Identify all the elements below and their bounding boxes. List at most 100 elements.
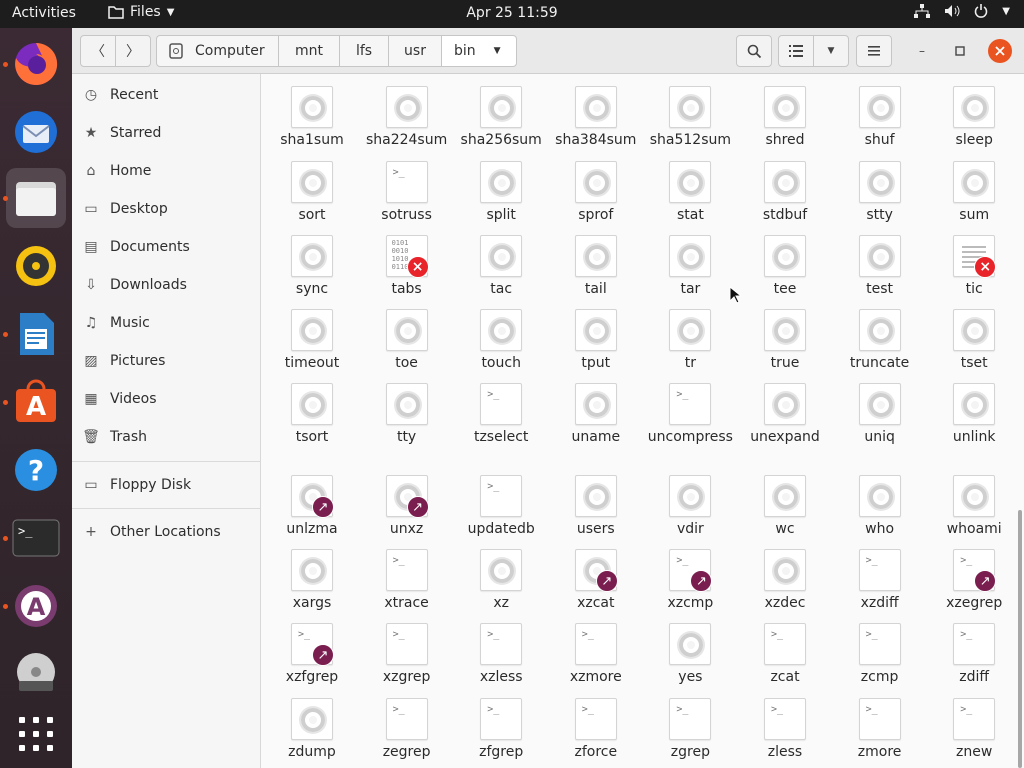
file-item[interactable]: >_ updatedb xyxy=(454,475,548,543)
file-item[interactable]: >_ zcat xyxy=(738,623,832,691)
file-item[interactable]: >_ uncompress xyxy=(643,383,737,451)
file-item[interactable]: >_ zdiff xyxy=(927,623,1021,691)
file-item[interactable]: sprof xyxy=(549,161,643,229)
file-item[interactable]: zdump xyxy=(265,698,359,766)
thunderbird-launcher[interactable] xyxy=(6,102,66,162)
sidebar-item-floppy-disk[interactable]: ▭ Floppy Disk xyxy=(72,466,260,504)
file-item[interactable]: who xyxy=(833,475,927,543)
file-item[interactable]: stty xyxy=(833,161,927,229)
file-item[interactable]: unlink xyxy=(927,383,1021,451)
file-item[interactable]: >_ zless xyxy=(738,698,832,766)
file-item[interactable]: xargs xyxy=(265,549,359,617)
sidebar-item-other-locations[interactable]: + Other Locations xyxy=(72,513,260,551)
file-item[interactable]: wc xyxy=(738,475,832,543)
file-item[interactable]: xz xyxy=(454,549,548,617)
file-item[interactable]: shuf xyxy=(833,86,927,154)
file-item[interactable]: 0101 0010 1010 0110 × tabs xyxy=(360,235,454,303)
file-item[interactable]: tac xyxy=(454,235,548,303)
file-grid[interactable]: sha1sum sha224sum sha256sum sha384sum sha512… xyxy=(261,74,1024,768)
file-item[interactable]: ↗ unxz xyxy=(360,475,454,543)
file-item[interactable]: tar xyxy=(643,235,737,303)
close-button[interactable] xyxy=(988,39,1012,63)
file-item[interactable]: touch xyxy=(454,309,548,377)
file-item[interactable]: true xyxy=(738,309,832,377)
file-item[interactable]: >_ zcmp xyxy=(833,623,927,691)
file-item[interactable]: >_ xtrace xyxy=(360,549,454,617)
view-list-button[interactable] xyxy=(778,35,814,67)
file-item[interactable]: >_ xzgrep xyxy=(360,623,454,691)
main-menu-button[interactable] xyxy=(856,35,892,67)
file-item[interactable]: uniq xyxy=(833,383,927,451)
appstore-launcher[interactable]: A xyxy=(6,576,66,636)
file-item[interactable]: >_ ↗ xzegrep xyxy=(927,549,1021,617)
file-item[interactable]: split xyxy=(454,161,548,229)
file-item[interactable]: >_ sotruss xyxy=(360,161,454,229)
sidebar-item-videos[interactable]: ▦ Videos xyxy=(72,380,260,418)
file-item[interactable]: sleep xyxy=(927,86,1021,154)
file-item[interactable]: sha1sum xyxy=(265,86,359,154)
file-item[interactable]: shred xyxy=(738,86,832,154)
file-item[interactable]: truncate xyxy=(833,309,927,377)
file-item[interactable]: tee xyxy=(738,235,832,303)
file-item[interactable]: timeout xyxy=(265,309,359,377)
files-launcher[interactable] xyxy=(6,168,66,228)
writer-launcher[interactable] xyxy=(6,304,66,364)
file-item[interactable]: sha384sum xyxy=(549,86,643,154)
file-item[interactable]: sort xyxy=(265,161,359,229)
file-item[interactable]: unexpand xyxy=(738,383,832,451)
breadcrumb-mnt[interactable]: mnt xyxy=(278,35,340,67)
file-item[interactable]: ↗ unlzma xyxy=(265,475,359,543)
sidebar-item-downloads[interactable]: ⇩ Downloads xyxy=(72,266,260,304)
file-item[interactable]: stat xyxy=(643,161,737,229)
breadcrumb-lfs[interactable]: lfs xyxy=(339,35,389,67)
view-options-button[interactable]: ▼ xyxy=(813,35,849,67)
terminal-launcher[interactable]: >_ xyxy=(6,508,66,568)
file-item[interactable]: >_ zforce xyxy=(549,698,643,766)
file-item[interactable]: sha224sum xyxy=(360,86,454,154)
sidebar-item-music[interactable]: ♫ Music xyxy=(72,304,260,342)
dvd-launcher[interactable] xyxy=(6,644,66,704)
file-item[interactable]: >_ zmore xyxy=(833,698,927,766)
breadcrumb-bin[interactable]: bin ▼ xyxy=(441,35,517,67)
file-item[interactable]: >_ zfgrep xyxy=(454,698,548,766)
file-item[interactable]: ↗ xzcat xyxy=(549,549,643,617)
search-button[interactable] xyxy=(736,35,772,67)
sidebar-item-starred[interactable]: ★ Starred xyxy=(72,114,260,152)
file-item[interactable]: >_ znew xyxy=(927,698,1021,766)
file-item[interactable]: >_ xzdiff xyxy=(833,549,927,617)
file-item[interactable]: sha512sum xyxy=(643,86,737,154)
file-item[interactable]: sum xyxy=(927,161,1021,229)
sidebar-item-recent[interactable]: ◷ Recent xyxy=(72,76,260,114)
sidebar-item-home[interactable]: ⌂ Home xyxy=(72,152,260,190)
breadcrumb-computer[interactable]: Computer xyxy=(156,35,279,67)
firefox-launcher[interactable] xyxy=(6,34,66,94)
maximize-button[interactable] xyxy=(946,41,974,61)
file-item[interactable]: test xyxy=(833,235,927,303)
clock[interactable]: Apr 25 11:59 xyxy=(466,5,557,21)
file-item[interactable]: tset xyxy=(927,309,1021,377)
file-item[interactable]: users xyxy=(549,475,643,543)
file-item[interactable]: sync xyxy=(265,235,359,303)
software-launcher[interactable]: A xyxy=(6,372,66,432)
file-item[interactable]: tput xyxy=(549,309,643,377)
file-item[interactable]: uname xyxy=(549,383,643,451)
file-item[interactable]: tsort xyxy=(265,383,359,451)
sidebar-item-pictures[interactable]: ▨ Pictures xyxy=(72,342,260,380)
breadcrumb-usr[interactable]: usr xyxy=(388,35,442,67)
app-menu[interactable]: Files ▼ xyxy=(108,4,174,20)
forward-button[interactable]: 〉 xyxy=(115,35,151,67)
show-apps-button[interactable] xyxy=(6,704,66,764)
help-launcher[interactable]: ? xyxy=(6,440,66,500)
sidebar-item-desktop[interactable]: ▭ Desktop xyxy=(72,190,260,228)
file-item[interactable]: vdir xyxy=(643,475,737,543)
file-item[interactable]: × tic xyxy=(927,235,1021,303)
sidebar-item-documents[interactable]: ▤ Documents xyxy=(72,228,260,266)
file-item[interactable]: tail xyxy=(549,235,643,303)
file-item[interactable]: yes xyxy=(643,623,737,691)
file-item[interactable]: whoami xyxy=(927,475,1021,543)
activities-button[interactable]: Activities xyxy=(12,5,76,21)
file-item[interactable]: stdbuf xyxy=(738,161,832,229)
file-item[interactable]: xzdec xyxy=(738,549,832,617)
file-item[interactable]: >_ ↗ xzfgrep xyxy=(265,623,359,691)
file-item[interactable]: >_ xzless xyxy=(454,623,548,691)
